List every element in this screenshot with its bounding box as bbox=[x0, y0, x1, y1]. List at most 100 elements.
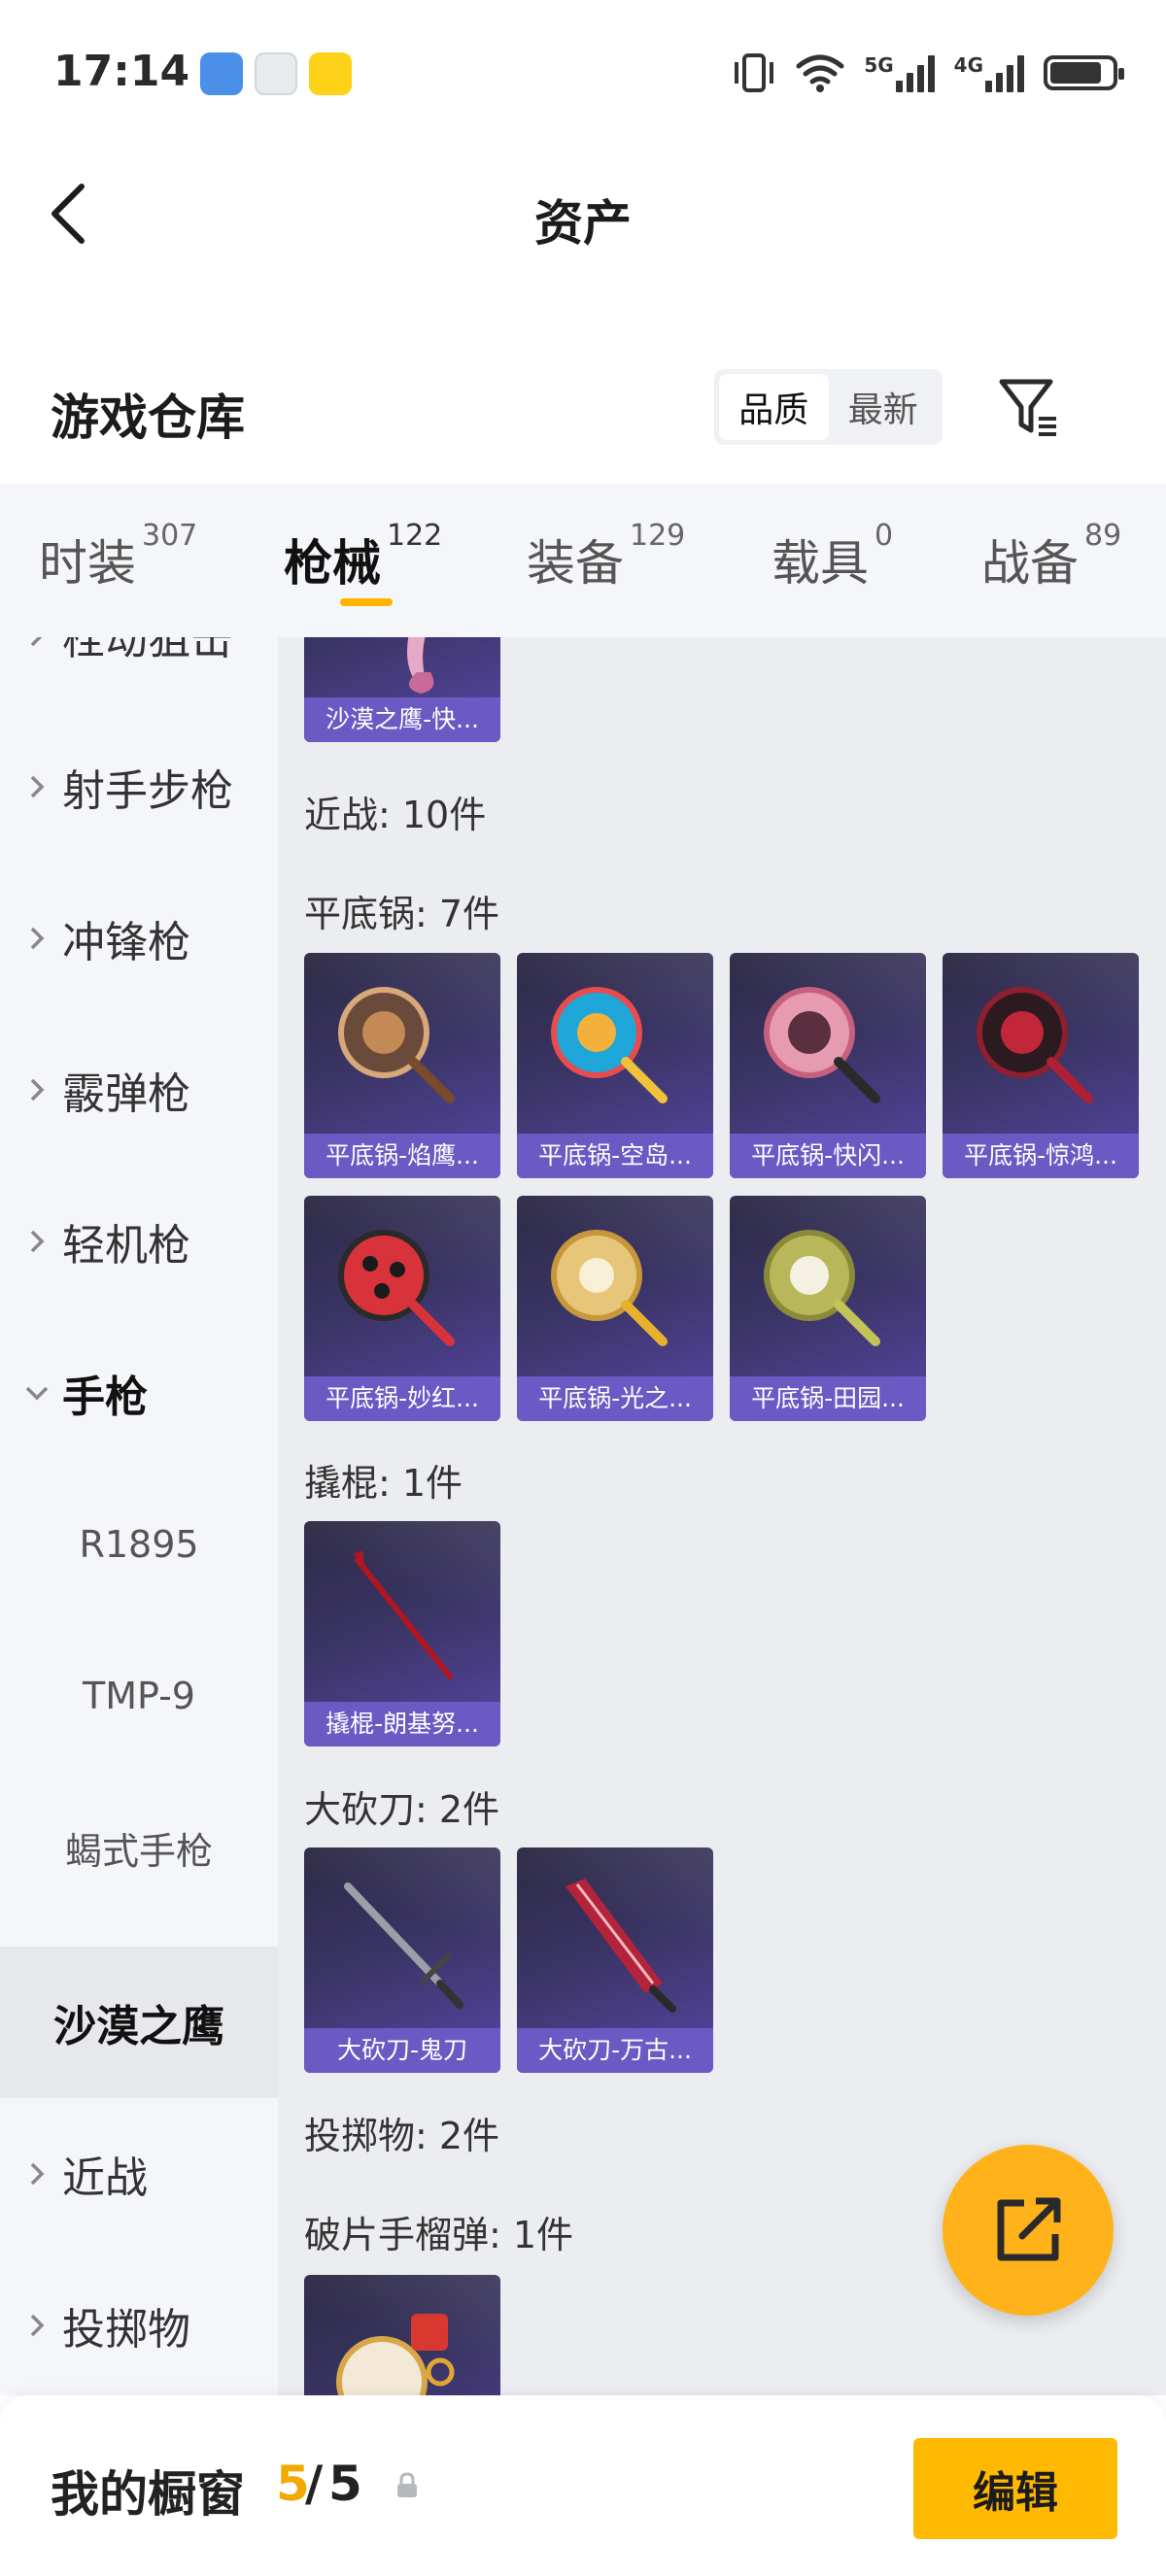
item-card-pan[interactable]: 平底锅-惊鸿... bbox=[943, 953, 1139, 1178]
frying-pan-icon bbox=[764, 987, 880, 1103]
sort-latest-button[interactable]: 最新 bbox=[829, 374, 939, 440]
tab-count: 0 bbox=[874, 519, 894, 553]
tab-label: 时装 bbox=[39, 535, 136, 592]
tab-label: 载具 bbox=[772, 535, 869, 592]
chevron-down-icon bbox=[25, 1386, 49, 1401]
tab-firearms[interactable]: 枪械 122 bbox=[284, 519, 442, 594]
sidebar-item-shotgun[interactable]: 霰弹枪 bbox=[0, 1014, 278, 1166]
item-card-label: 平底锅-焰鹰... bbox=[304, 1134, 500, 1178]
tab-vehicles[interactable]: 载具 0 bbox=[772, 519, 893, 594]
item-card-label: 平底锅-快闪... bbox=[730, 1134, 926, 1178]
item-card-pan[interactable]: 平底锅-快闪... bbox=[730, 953, 926, 1178]
crowbar-icon bbox=[353, 1550, 453, 1679]
group-title-melee: 近战: 10件 bbox=[304, 794, 487, 836]
sidebar-item-label: 手枪 bbox=[62, 1373, 148, 1422]
chevron-right-icon bbox=[30, 927, 45, 950]
item-card-machete[interactable]: 大砍刀-万古... bbox=[517, 1847, 713, 2073]
sidebar-item-label: 轻机枪 bbox=[62, 1221, 190, 1271]
sidebar-item-lmg[interactable]: 轻机枪 bbox=[0, 1166, 278, 1317]
sidebar-subitem-desert-eagle[interactable]: 沙漠之鹰 bbox=[0, 1947, 278, 2098]
item-card-pan[interactable]: 平底锅-光之... bbox=[517, 1196, 713, 1421]
tab-count: 122 bbox=[387, 519, 443, 553]
sort-quality-button[interactable]: 品质 bbox=[719, 374, 829, 440]
item-card-label: 平底锅-光之... bbox=[517, 1376, 713, 1421]
vibrate-icon bbox=[735, 53, 774, 92]
sidebar-item-marksman-rifle[interactable]: 射手步枪 bbox=[0, 711, 278, 863]
chevron-right-icon bbox=[30, 775, 45, 798]
sidebar-item-label: R1895 bbox=[79, 1523, 199, 1566]
chevron-right-icon bbox=[30, 2314, 45, 2337]
status-time: 17:14 bbox=[53, 47, 190, 96]
sidebar-subitem-tmp9[interactable]: TMP-9 bbox=[0, 1620, 278, 1772]
sidebar-item-throwable[interactable]: 投掷物 bbox=[0, 2250, 278, 2395]
item-card-pan[interactable]: 平底锅-空岛... bbox=[517, 953, 713, 1178]
sidebar-item-melee[interactable]: 近战 bbox=[0, 2098, 278, 2250]
sidebar-item-label: 蝎式手枪 bbox=[64, 1829, 213, 1873]
chevron-right-icon bbox=[30, 1078, 45, 1102]
sidebar-item-bolt-sniper[interactable]: 栓动狙击 bbox=[0, 637, 278, 711]
pistol-icon bbox=[407, 637, 434, 694]
group-title-grenade: 破片手榴弹: 1件 bbox=[304, 2214, 574, 2256]
sidebar-item-pistol[interactable]: 手枪 bbox=[0, 1317, 278, 1469]
tab-equipment[interactable]: 装备 129 bbox=[527, 519, 685, 594]
item-card-label: 撬棍-朗基努... bbox=[304, 1702, 500, 1746]
category-tabs: 时装 307 枪械 122 装备 129 载具 0 战备 89 bbox=[0, 484, 1166, 637]
sidebar-item-label: 近战 bbox=[62, 2153, 148, 2203]
tab-combat-supplies[interactable]: 战备 89 bbox=[981, 519, 1121, 594]
item-card-label: 沙漠之鹰-快... bbox=[304, 697, 500, 742]
item-card-label: 平底锅-空岛... bbox=[517, 1134, 713, 1178]
group-title-machete: 大砍刀: 2件 bbox=[304, 1788, 500, 1831]
item-card-grenade[interactable] bbox=[304, 2275, 500, 2395]
sidebar-item-label: 栓动狙击 bbox=[62, 637, 233, 664]
showcase-bar: 我的橱窗 5 / 5 编辑 bbox=[0, 2395, 1166, 2576]
sidebar-item-label: 沙漠之鹰 bbox=[53, 2002, 224, 2051]
tab-count: 129 bbox=[630, 519, 686, 553]
network-4g-label: 4G bbox=[953, 53, 983, 77]
showcase-label: 我的橱窗 bbox=[51, 2466, 245, 2523]
item-card-pan[interactable]: 平底锅-焰鹰... bbox=[304, 953, 500, 1178]
showcase-count-max: 5 bbox=[328, 2456, 362, 2512]
signal-4g: 4G bbox=[954, 53, 1024, 92]
signal-bars-icon bbox=[895, 53, 935, 92]
active-tab-indicator bbox=[340, 598, 393, 606]
item-card-desert-eagle[interactable]: 沙漠之鹰-快... bbox=[304, 637, 500, 742]
tab-count: 307 bbox=[142, 519, 198, 553]
sort-toggle: 品质 最新 bbox=[714, 369, 943, 445]
sidebar-item-label: 霰弹枪 bbox=[62, 1069, 190, 1119]
tab-label: 装备 bbox=[527, 535, 624, 592]
frying-pan-icon bbox=[551, 987, 668, 1103]
item-grid: 沙漠之鹰-快... 近战: 10件 平底锅: 7件 平底锅-焰鹰... 平底锅-… bbox=[278, 637, 1166, 2395]
lock-icon bbox=[397, 2472, 417, 2497]
item-card-pan[interactable]: 平底锅-妙红... bbox=[304, 1196, 500, 1421]
item-card-label: 平底锅-田园... bbox=[730, 1376, 926, 1421]
filter-button[interactable] bbox=[996, 374, 1064, 442]
tab-label: 枪械 bbox=[284, 535, 381, 592]
item-card-machete[interactable]: 大砍刀-鬼刀 bbox=[304, 1847, 500, 2073]
frying-pan-icon bbox=[764, 1230, 880, 1346]
weapon-category-sidebar: 栓动狙击 射手步枪 冲锋枪 霰弹枪 轻机枪 手枪 R1895 TMP-9 蝎式手… bbox=[0, 637, 278, 2395]
chevron-right-icon bbox=[30, 2162, 45, 2186]
item-card-label: 平底锅-妙红... bbox=[304, 1376, 500, 1421]
tab-fashion[interactable]: 时装 307 bbox=[39, 519, 197, 594]
grenade-icon bbox=[336, 2314, 455, 2395]
section-title: 游戏仓库 bbox=[51, 390, 245, 446]
sidebar-item-smg[interactable]: 冲锋枪 bbox=[0, 863, 278, 1014]
group-title-crowbar: 撬棍: 1件 bbox=[304, 1462, 463, 1505]
tab-label: 战备 bbox=[981, 535, 1079, 592]
filter-icon bbox=[999, 379, 1056, 436]
edit-button[interactable]: 编辑 bbox=[913, 2438, 1117, 2539]
item-card-label: 平底锅-惊鸿... bbox=[943, 1134, 1139, 1178]
tab-count: 89 bbox=[1084, 519, 1122, 553]
sidebar-subitem-r1895[interactable]: R1895 bbox=[0, 1469, 278, 1620]
sidebar-item-label: TMP-9 bbox=[83, 1675, 195, 1717]
group-title-pan: 平底锅: 7件 bbox=[304, 893, 500, 935]
chevron-right-icon bbox=[30, 637, 43, 647]
item-card-pan[interactable]: 平底锅-田园... bbox=[730, 1196, 926, 1421]
share-button[interactable] bbox=[943, 2145, 1114, 2316]
sidebar-subitem-skorpion[interactable]: 蝎式手枪 bbox=[0, 1772, 278, 1923]
chevron-right-icon bbox=[30, 1230, 45, 1253]
item-card-crowbar[interactable]: 撬棍-朗基努... bbox=[304, 1521, 500, 1746]
signal-bars-icon bbox=[985, 53, 1024, 92]
frying-pan-icon bbox=[338, 987, 455, 1103]
status-indicators: 5G 4G bbox=[732, 49, 1124, 97]
